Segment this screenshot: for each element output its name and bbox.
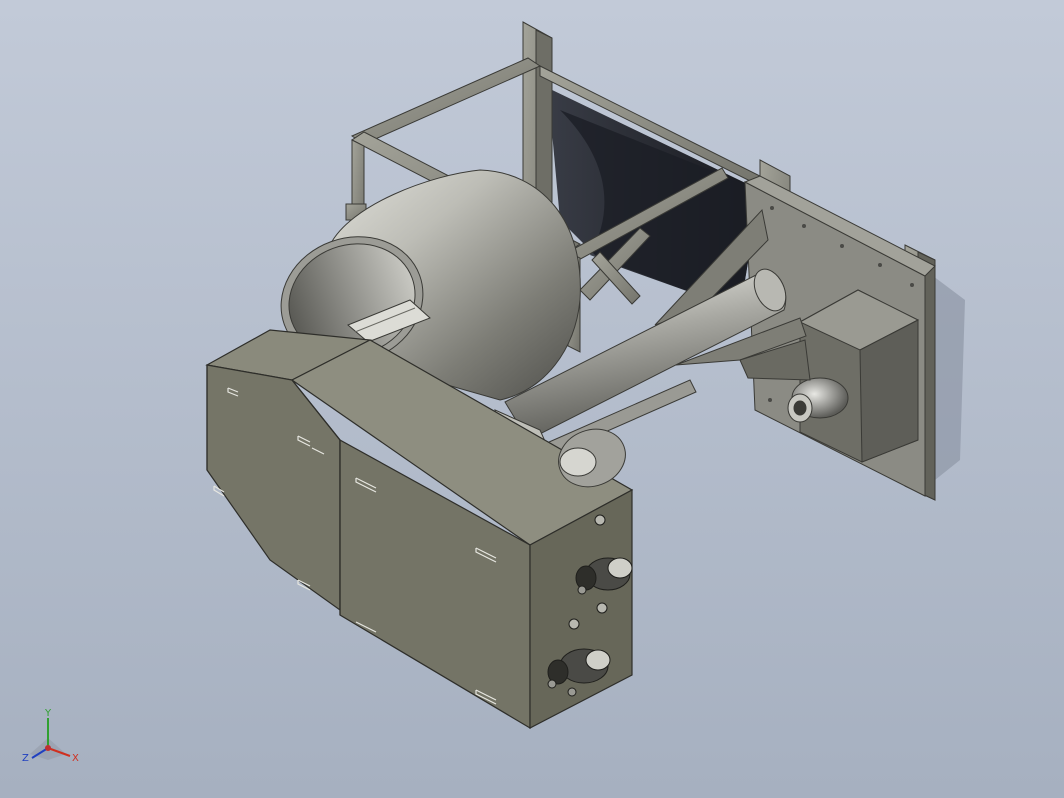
- cad-model-view: Y X Z: [22, 21, 965, 764]
- fitting-2[interactable]: [596, 602, 608, 614]
- x-axis-label: X: [72, 753, 79, 764]
- z-axis-label: Z: [22, 753, 29, 764]
- housing-hood-side: [206, 364, 341, 612]
- cad-viewport[interactable]: Y X Z: [0, 0, 1064, 798]
- coordinate-triad: Y X Z: [22, 708, 79, 764]
- fitting-3[interactable]: [568, 618, 580, 630]
- y-axis-label: Y: [44, 708, 52, 719]
- frame-top-bar-left[interactable]: [350, 57, 542, 145]
- fitting-1[interactable]: [594, 514, 606, 526]
